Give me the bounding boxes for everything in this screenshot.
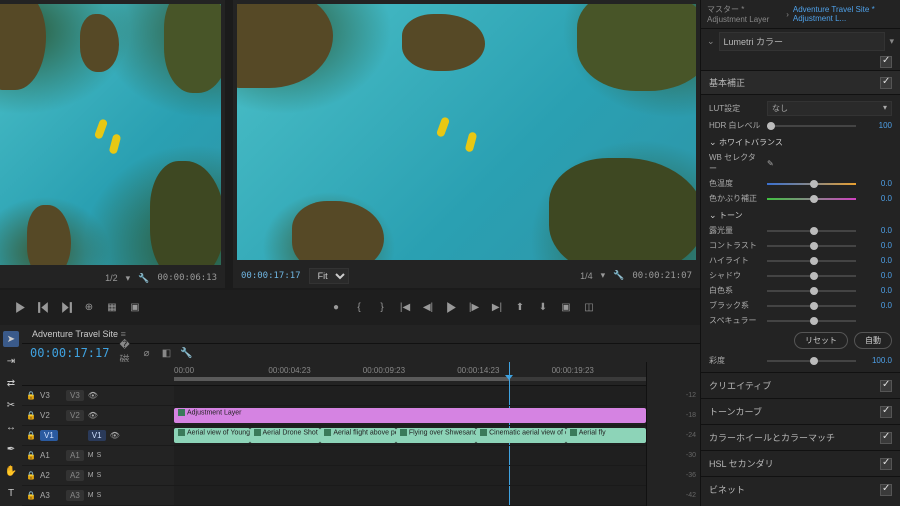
source-scale[interactable]: 1/2 xyxy=(105,273,118,283)
timeline-header: 00:00:17:17 �磁 ⌀ ◧ 🔧 xyxy=(22,344,700,362)
hdr-label: HDR 白レベル xyxy=(709,120,761,131)
wrench-icon[interactable]: 🔧 xyxy=(138,273,149,284)
marker-icon[interactable]: ◧ xyxy=(159,346,173,360)
eyedropper-icon[interactable]: ✎ xyxy=(767,159,774,168)
mark-out-button[interactable]: } xyxy=(374,300,390,314)
section-curves[interactable]: トーンカーブ xyxy=(701,398,900,424)
master-clip-label: マスター * Adjustment Layer xyxy=(707,4,782,24)
section-colorwheel[interactable]: カラーホイールとカラーマッチ xyxy=(701,424,900,450)
sequence-clip-link[interactable]: Adventure Travel Site * Adjustment L... xyxy=(793,5,894,23)
export-frame-button[interactable]: ▣ xyxy=(127,300,143,314)
lumetri-panel: マスター * Adjustment Layer › Adventure Trav… xyxy=(700,0,900,506)
clip-video[interactable]: Aerial fly xyxy=(566,428,646,443)
track-v3[interactable]: 🔒V3V3👁 xyxy=(22,386,174,406)
play-button[interactable] xyxy=(12,300,28,314)
lut-dropdown[interactable]: なし ▾ xyxy=(767,101,892,116)
audio-meter: -12 -18 -24 -30 -36 -42 xyxy=(646,362,700,506)
step-fwd-button[interactable] xyxy=(58,300,74,314)
tint-slider[interactable] xyxy=(767,194,856,204)
mark-in-button[interactable]: { xyxy=(351,300,367,314)
playhead-timecode[interactable]: 00:00:17:17 xyxy=(30,346,109,360)
slip-tool[interactable]: ↔ xyxy=(3,419,19,435)
source-monitor[interactable] xyxy=(0,4,221,265)
hdr-slider xyxy=(767,121,856,131)
highlights-slider[interactable] xyxy=(767,256,856,266)
v1-row: Aerial view of Young travel...Aerial Dro… xyxy=(174,426,646,446)
program-timecode-in[interactable]: 00:00:17:17 xyxy=(241,271,301,281)
wrench-icon[interactable]: 🔧 xyxy=(613,270,624,281)
blacks-slider[interactable] xyxy=(767,301,856,311)
clip-video[interactable]: Aerial view of Young travel... xyxy=(174,428,250,443)
program-monitor-panel: 00:00:17:17 Fit 1/4 ▾ 🔧 00:00:21:07 xyxy=(233,0,700,288)
source-monitor-panel: 1/2 ▾ 🔧 00:00:06:13 xyxy=(0,0,225,288)
section-basic[interactable]: 基本補正 xyxy=(701,70,900,95)
comparison-button[interactable]: ◫ xyxy=(581,300,597,314)
temperature-slider[interactable] xyxy=(767,179,856,189)
insert-button[interactable]: ⊕ xyxy=(81,300,97,314)
type-tool[interactable]: T xyxy=(3,485,19,501)
settings-icon[interactable]: 🔧 xyxy=(179,346,193,360)
zoom-fit-select[interactable]: Fit xyxy=(309,268,349,284)
timeline-ruler[interactable]: 00:00 00:00:04:23 00:00:09:23 00:00:14:2… xyxy=(174,362,646,386)
step-back-button[interactable] xyxy=(35,300,51,314)
source-transport: ⊕ ▦ ▣ xyxy=(0,300,225,314)
clip-video[interactable]: Aerial Drone Shot One Perso xyxy=(250,428,321,443)
go-in-button[interactable]: |◀ xyxy=(397,300,413,314)
program-scale[interactable]: 1/4 xyxy=(580,271,593,281)
snap-toggle[interactable]: �磁 xyxy=(119,346,133,360)
selection-tool[interactable]: ➤ xyxy=(3,331,19,347)
track-headers: 🔒V3V3👁 🔒V2V2👁 🔒V1V1👁 🔒A1A1MS 🔒A2A2MS 🔒A3… xyxy=(22,362,174,506)
overwrite-button[interactable]: ▦ xyxy=(104,300,120,314)
pen-tool[interactable]: ✒ xyxy=(3,441,19,457)
lift-button[interactable]: ⬆ xyxy=(512,300,528,314)
reset-button[interactable]: リセット xyxy=(794,332,848,349)
clip-video[interactable]: Aerial flight above people h xyxy=(320,428,396,443)
v2-row: Adjustment Layer xyxy=(174,406,646,426)
hand-tool[interactable]: ✋ xyxy=(3,463,19,479)
section-creative[interactable]: クリエイティブ xyxy=(701,372,900,398)
track-a2[interactable]: 🔒A2A2MS xyxy=(22,466,174,486)
track-a1[interactable]: 🔒A1A1MS xyxy=(22,446,174,466)
track-select-tool[interactable]: ⇥ xyxy=(3,353,19,369)
tool-palette: ➤ ⇥ ⇄ ✂ ↔ ✒ ✋ T xyxy=(0,325,22,506)
auto-button[interactable]: 自動 xyxy=(854,332,892,349)
whites-slider[interactable] xyxy=(767,286,856,296)
clip-video[interactable]: Flying over Shwesandaw Pa xyxy=(396,428,476,443)
export-frame-button[interactable]: ▣ xyxy=(558,300,574,314)
extract-button[interactable]: ⬇ xyxy=(535,300,551,314)
exposure-slider[interactable] xyxy=(767,226,856,236)
track-v1[interactable]: 🔒V1V1👁 xyxy=(22,426,174,446)
wb-picker-label: WB セレクター xyxy=(709,152,761,174)
effect-dropdown[interactable]: Lumetri カラー xyxy=(719,32,886,51)
play-button[interactable] xyxy=(443,300,459,314)
section-vignette[interactable]: ビネット xyxy=(701,476,900,502)
shadows-slider[interactable] xyxy=(767,271,856,281)
step-back-button[interactable]: ◀| xyxy=(420,300,436,314)
linked-selection-toggle[interactable]: ⌀ xyxy=(139,346,153,360)
lut-label: LUT設定 xyxy=(709,103,761,114)
timeline-tracks[interactable]: 00:00 00:00:04:23 00:00:09:23 00:00:14:2… xyxy=(174,362,646,506)
clip-video[interactable]: Cinematic aerial view of c xyxy=(476,428,566,443)
source-timecode[interactable]: 00:00:06:13 xyxy=(157,273,217,283)
add-marker-button[interactable]: ● xyxy=(328,300,344,314)
go-out-button[interactable]: ▶| xyxy=(489,300,505,314)
tone-subsection[interactable]: トーン xyxy=(709,206,892,223)
contrast-slider[interactable] xyxy=(767,241,856,251)
ripple-tool[interactable]: ⇄ xyxy=(3,375,19,391)
wb-subsection[interactable]: ホワイトバランス xyxy=(709,133,892,150)
effect-enable-checkbox[interactable] xyxy=(880,56,892,68)
program-monitor[interactable] xyxy=(237,4,696,260)
clip-adjustment[interactable]: Adjustment Layer xyxy=(174,408,646,423)
razor-tool[interactable]: ✂ xyxy=(3,397,19,413)
section-hsl[interactable]: HSL セカンダリ xyxy=(701,450,900,476)
track-v2[interactable]: 🔒V2V2👁 xyxy=(22,406,174,426)
step-fwd-button[interactable]: |▶ xyxy=(466,300,482,314)
track-a3[interactable]: 🔒A3A3MS xyxy=(22,486,174,506)
saturation-slider[interactable] xyxy=(767,356,856,366)
basic-enable-checkbox[interactable] xyxy=(880,77,892,89)
program-transport: ● { } |◀ ◀| |▶ ▶| ⬆ ⬇ ▣ ◫ xyxy=(225,300,700,314)
program-timecode-out[interactable]: 00:00:21:07 xyxy=(632,271,692,281)
